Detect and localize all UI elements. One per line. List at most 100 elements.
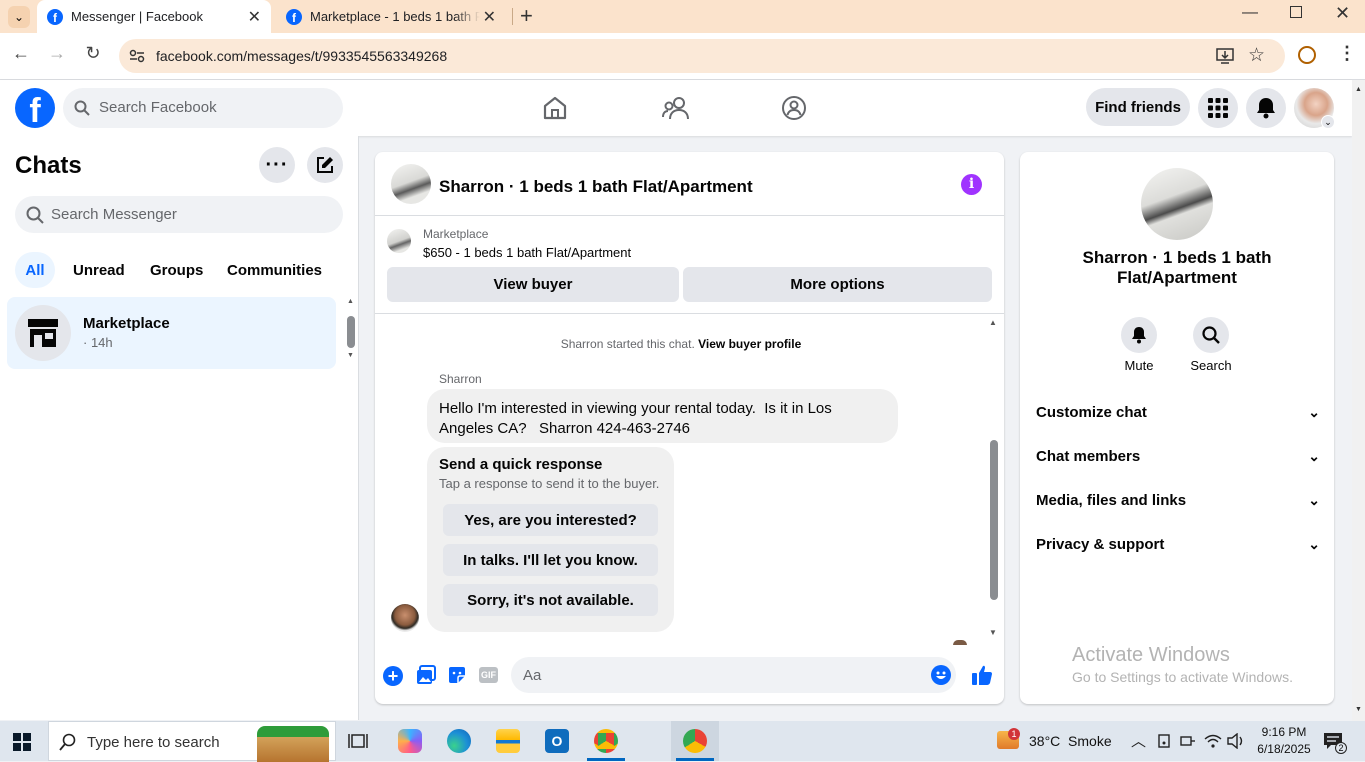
search-messenger-input[interactable]: Search Messenger [15, 196, 343, 233]
show-hidden-icons-chevron-icon[interactable]: ︿ [1131, 730, 1146, 751]
message-composer-input[interactable]: Aa [511, 657, 956, 693]
scroll-down-arrow-icon[interactable]: ▼ [1355, 706, 1362, 713]
conversation-title[interactable]: Sharron · 1 beds 1 bath Flat/Apartment [439, 177, 753, 197]
filter-unread[interactable]: Unread [73, 252, 125, 288]
facebook-logo-icon[interactable]: f [15, 88, 55, 128]
task-view-icon[interactable] [348, 732, 368, 750]
sender-avatar[interactable] [391, 604, 419, 632]
copilot-icon[interactable] [398, 729, 422, 753]
close-window-icon[interactable]: ✕ [1335, 3, 1350, 24]
listing-avatar[interactable] [391, 164, 431, 204]
gif-icon[interactable]: GIF [479, 667, 498, 683]
weather-text[interactable]: 38°C Smoke [1029, 733, 1112, 749]
scroll-thumb[interactable] [347, 316, 355, 348]
file-explorer-icon[interactable] [496, 729, 520, 753]
restore-window-icon[interactable] [1290, 6, 1302, 18]
conversation-item-marketplace[interactable]: Marketplace · 14h [7, 297, 336, 369]
sticker-icon[interactable] [447, 665, 467, 685]
filter-groups[interactable]: Groups [150, 252, 203, 288]
quick-response-not-available-button[interactable]: Sorry, it's not available. [443, 584, 658, 616]
mute-bell-icon[interactable] [1121, 317, 1157, 353]
message-bubble[interactable]: Hello I'm interested in viewing your ren… [427, 389, 898, 443]
install-app-icon[interactable] [1216, 48, 1234, 64]
quick-response-yes-button[interactable]: Yes, are you interested? [443, 504, 658, 536]
chat-options-more-icon[interactable]: ··· [259, 147, 295, 183]
media-files-links-section[interactable]: Media, files and links ⌄ [1036, 492, 1320, 509]
device-icon[interactable] [1157, 734, 1171, 748]
details-avatar [1141, 168, 1213, 240]
scroll-down-arrow-icon[interactable]: ▼ [989, 628, 997, 637]
add-plus-icon[interactable]: + [383, 666, 403, 686]
taskbar-search-box[interactable]: Type here to search [48, 721, 336, 762]
tab-title: Messenger | Facebook [71, 9, 203, 24]
attach-image-icon[interactable] [416, 665, 436, 685]
chat-members-section[interactable]: Chat members ⌄ [1036, 448, 1320, 465]
filter-all[interactable]: All [15, 252, 55, 288]
listing-summary[interactable]: $650 - 1 beds 1 bath Flat/Apartment [423, 245, 631, 260]
view-buyer-button[interactable]: View buyer [387, 267, 679, 302]
volume-icon[interactable] [1227, 733, 1245, 749]
chrome-profile-2-icon [683, 729, 707, 753]
browser-tab-messenger[interactable]: f Messenger | Facebook ✕ [37, 0, 271, 33]
search-label[interactable]: Search [1186, 358, 1236, 373]
address-bar[interactable]: facebook.com/messages/t/9933545563349268… [119, 39, 1285, 73]
search-in-conversation-icon[interactable] [1193, 317, 1229, 353]
back-arrow-icon[interactable]: ← [9, 43, 33, 64]
more-options-button[interactable]: More options [683, 267, 992, 302]
new-message-compose-icon[interactable] [307, 147, 343, 183]
groups-icon[interactable] [781, 95, 807, 121]
notifications-bell-icon[interactable] [1246, 88, 1286, 128]
quick-response-title: Send a quick response [439, 456, 603, 473]
tab-search-chevron-icon[interactable]: ⌄ [8, 6, 30, 28]
find-friends-button[interactable]: Find friends [1086, 88, 1190, 126]
menu-grid-icon[interactable] [1198, 88, 1238, 128]
privacy-support-section[interactable]: Privacy & support ⌄ [1036, 536, 1320, 553]
reload-icon[interactable]: ↻ [81, 43, 105, 64]
emoji-icon[interactable] [931, 665, 951, 685]
conversation-info-icon[interactable]: i [961, 174, 982, 195]
new-tab-plus-icon[interactable]: + [520, 3, 533, 29]
system-clock[interactable]: 9:16 PM 6/18/2025 [1250, 724, 1318, 758]
tab-divider [512, 8, 513, 25]
page-scrollbar[interactable]: ▲ ▼ [1352, 80, 1365, 721]
minimize-window-icon[interactable]: — [1242, 4, 1258, 22]
forward-arrow-icon[interactable]: → [45, 43, 69, 64]
wifi-icon[interactable] [1204, 734, 1222, 748]
details-name: Sharron · 1 beds 1 bath Flat/Apartment [1020, 248, 1334, 288]
network-ethernet-icon[interactable] [1180, 734, 1196, 748]
quick-response-in-talks-button[interactable]: In talks. I'll let you know. [443, 544, 658, 576]
bookmark-star-icon[interactable]: ☆ [1248, 44, 1265, 67]
customize-chat-section[interactable]: Customize chat ⌄ [1036, 404, 1320, 421]
account-chevron-icon[interactable]: ⌄ [1321, 115, 1335, 129]
like-thumbs-up-icon[interactable] [971, 664, 993, 686]
profile-icon[interactable] [1298, 46, 1316, 64]
messages-scrollbar[interactable]: ▲ ▼ [988, 318, 1000, 638]
chat-list-scrollbar[interactable]: ▲ ▼ [346, 298, 356, 362]
scroll-up-arrow-icon[interactable]: ▲ [1355, 86, 1362, 93]
scroll-up-arrow-icon[interactable]: ▲ [989, 318, 997, 327]
view-buyer-profile-link[interactable]: View buyer profile [698, 337, 801, 351]
facebook-search-input[interactable]: Search Facebook [63, 88, 343, 128]
clock-time: 9:16 PM [1261, 725, 1307, 739]
search-icon [59, 733, 76, 751]
marketplace-store-icon [15, 305, 71, 361]
mute-label[interactable]: Mute [1116, 358, 1162, 373]
scroll-down-arrow-icon[interactable]: ▼ [347, 352, 354, 359]
home-icon[interactable] [542, 95, 568, 121]
friends-icon[interactable] [662, 95, 690, 121]
browser-tab-marketplace[interactable]: f Marketplace - 1 beds 1 bath Fla ✕ [276, 0, 506, 33]
filter-communities[interactable]: Communities [227, 252, 322, 288]
scroll-thumb[interactable] [990, 440, 998, 600]
browser-menu-icon[interactable]: ⋮ [1338, 43, 1356, 64]
chrome-active-app[interactable] [671, 721, 719, 761]
close-tab-icon[interactable]: ✕ [248, 7, 261, 27]
scroll-up-arrow-icon[interactable]: ▲ [347, 298, 354, 305]
edge-browser-icon[interactable] [447, 729, 471, 753]
outlook-icon[interactable]: O [545, 729, 569, 753]
chrome-profile-1-icon[interactable] [594, 729, 618, 753]
site-info-icon[interactable] [129, 49, 145, 63]
search-highlight-picnic-image [257, 726, 329, 762]
windows-start-icon[interactable] [13, 733, 31, 751]
close-tab-icon[interactable]: ✕ [483, 7, 496, 27]
message-line-1: Hello I'm interested in viewing your ren… [439, 400, 832, 417]
